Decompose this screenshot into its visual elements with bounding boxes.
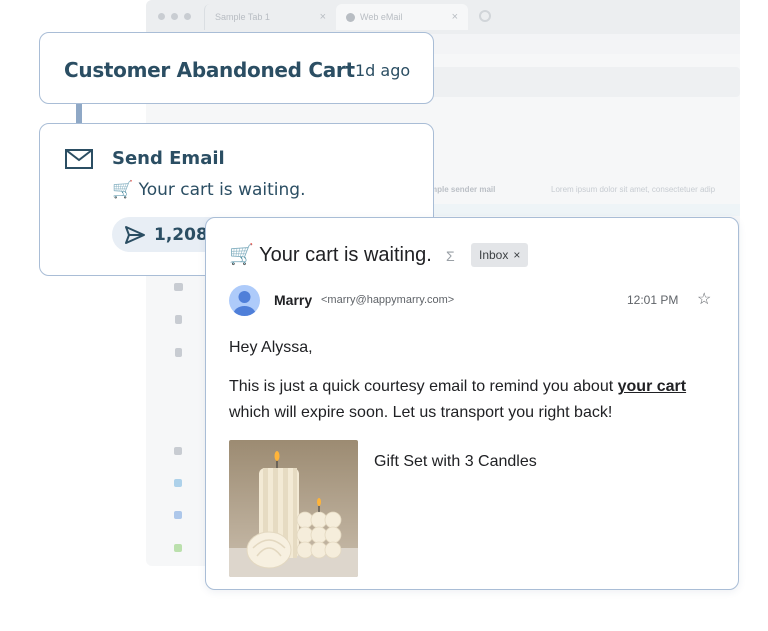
inbox-label-chip[interactable]: Inbox ×: [471, 243, 529, 267]
spam-icon: [175, 348, 182, 357]
browser-tab-bar: Sample Tab 1 × Web eMail ×: [146, 0, 740, 34]
send-icon: [125, 226, 145, 244]
product-name: Gift Set with 3 Candles: [374, 453, 537, 470]
cart-link[interactable]: your cart: [618, 378, 686, 395]
tab-label: Web eMail: [360, 12, 403, 22]
close-icon[interactable]: ×: [320, 11, 326, 23]
email-subject: 🛒 Your cart is waiting.: [229, 244, 432, 266]
email-time: 12:01 PM: [627, 293, 679, 307]
mail-list-row: [424, 204, 740, 216]
window-dot: [171, 13, 178, 20]
label-icon: [174, 447, 182, 455]
sent-count: 1,208: [154, 225, 208, 245]
send-email-title: Send Email: [112, 148, 225, 169]
folder-icon: [174, 283, 183, 291]
sender-email: <marry@happymarry.com>: [321, 294, 455, 306]
close-icon[interactable]: ×: [452, 11, 458, 23]
send-email-subject: 🛒 Your cart is waiting.: [112, 180, 306, 200]
email-preview-card: 🛒 Your cart is waiting. Σ Inbox × Marry …: [205, 217, 739, 590]
mail-row-snippet: Lorem ipsum dolor sit amet, consectetuer…: [551, 185, 716, 194]
globe-icon: [346, 12, 355, 22]
trash-icon: [175, 315, 182, 324]
browser-tab-1[interactable]: Sample Tab 1 ×: [204, 4, 336, 30]
mail-row-sender: mple sender mail: [430, 185, 496, 194]
trigger-card[interactable]: Customer Abandoned Cart 1d ago: [39, 32, 434, 104]
email-body: This is just a quick courtesy email to r…: [229, 374, 729, 426]
email-greeting: Hey Alyssa,: [229, 339, 313, 356]
importance-marker-icon[interactable]: Σ: [446, 248, 455, 264]
tab-label: Sample Tab 1: [215, 12, 270, 22]
label-icon: [174, 479, 182, 487]
product-image: [229, 440, 358, 577]
label-icon: [174, 511, 182, 519]
browser-tab-2[interactable]: Web eMail ×: [336, 4, 468, 30]
trigger-title: Customer Abandoned Cart: [64, 58, 355, 82]
label-icon: [174, 544, 182, 552]
new-tab-icon[interactable]: [479, 10, 491, 22]
window-dot: [158, 13, 165, 20]
inbox-label-text: Inbox: [479, 248, 509, 262]
trigger-time: 1d ago: [355, 61, 411, 80]
sender-name: Marry: [274, 292, 313, 308]
close-icon[interactable]: ×: [513, 248, 520, 262]
email-body-text: which will expire soon. Let us transport…: [229, 404, 613, 421]
star-icon[interactable]: ☆: [697, 289, 711, 309]
email-body-text: This is just a quick courtesy email to r…: [229, 378, 618, 395]
avatar: [229, 285, 260, 316]
window-dot: [184, 13, 191, 20]
mail-icon: [65, 149, 93, 174]
